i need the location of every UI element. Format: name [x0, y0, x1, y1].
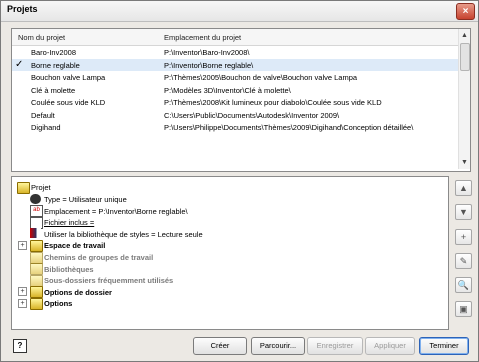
projects-dialog: Projets × Nom du projet Emplacement du p…: [0, 0, 479, 362]
project-row[interactable]: Bouchon valve Lampa P:\Thèmes\2005\Boucho…: [12, 71, 458, 84]
save-button[interactable]: Enregistrer: [307, 337, 363, 355]
tree-folder-options[interactable]: Options de dossier: [44, 288, 112, 297]
project-row[interactable]: Clé à molette P:\Modèles 3D\Inventor\Clé …: [12, 84, 458, 97]
project-row[interactable]: Default C:\Users\Public\Documents\Autodes…: [12, 109, 458, 122]
project-row[interactable]: Digihand P:\Users\Philippe\Documents\Thèm…: [12, 121, 458, 134]
project-row[interactable]: Coulée sous vide KLD P:\Thèmes\2008\Kit l…: [12, 96, 458, 109]
project-settings-tree[interactable]: Projet Type = Utilisateur unique ab Empl…: [11, 176, 449, 330]
project-rows: Baro-Inv2008 P:\Inventor\Baro-Inv2008\ ✓ B…: [12, 46, 458, 134]
project-name: Borne reglable: [31, 60, 80, 70]
browse-button[interactable]: Parcourir...: [251, 337, 305, 355]
tree-root[interactable]: Projet: [31, 183, 51, 192]
project-list[interactable]: Nom du projet Emplacement du projet Baro…: [11, 28, 471, 172]
column-header-location[interactable]: Emplacement du projet: [164, 33, 241, 42]
location-icon: ab: [30, 205, 43, 217]
scroll-thumb[interactable]: [460, 43, 470, 71]
folder-options-icon: [30, 286, 43, 298]
find-path-button[interactable]: 🔍: [455, 277, 472, 293]
tree-workgroups[interactable]: Chemins de groupes de travail: [44, 253, 153, 262]
tree-styles[interactable]: Utiliser la bibliothèque de styles = Lec…: [44, 230, 203, 239]
project-name: Clé à molette: [31, 85, 76, 95]
styles-library-icon: [30, 228, 41, 238]
user-type-icon: [30, 194, 41, 204]
project-path: P:\Modèles 3D\Inventor\Clé à molette\: [164, 85, 291, 95]
tree-frequent-subfolders[interactable]: Sous-dossiers fréquemment utilisés: [44, 276, 173, 285]
project-folder-icon: [17, 182, 30, 194]
project-name: Baro-Inv2008: [31, 48, 77, 57]
add-path-button[interactable]: +: [455, 229, 472, 245]
expand-folder-options-icon[interactable]: +: [18, 287, 27, 296]
list-header: Nom du projet Emplacement du projet: [12, 29, 458, 46]
expand-options-icon[interactable]: +: [18, 299, 27, 308]
close-button[interactable]: ×: [456, 3, 475, 20]
options-folder-icon: [30, 298, 43, 310]
tree-libraries[interactable]: Bibliothèques: [44, 265, 94, 274]
scroll-up-icon[interactable]: ▲: [461, 32, 468, 39]
column-header-name[interactable]: Nom du projet: [18, 33, 65, 42]
tree-included-file[interactable]: Fichier inclus =: [44, 218, 94, 227]
project-name: Digihand: [31, 123, 61, 132]
project-path: C:\Users\Public\Documents\Autodesk\Inven…: [164, 110, 340, 120]
help-button[interactable]: ?: [13, 339, 27, 353]
project-row[interactable]: Baro-Inv2008 P:\Inventor\Baro-Inv2008\: [12, 46, 458, 59]
move-down-button[interactable]: ▼: [455, 204, 472, 220]
list-scrollbar[interactable]: ▲ ▼: [458, 29, 470, 169]
project-name: Bouchon valve Lampa: [31, 73, 106, 82]
edit-button[interactable]: ✎: [455, 253, 472, 269]
project-path: P:\Inventor\Baro-Inv2008\: [164, 48, 250, 57]
project-path: P:\Thèmes\2005\Bouchon de valve\Bouchon …: [164, 73, 358, 82]
finish-button[interactable]: Terminer: [419, 337, 469, 355]
tree-workspace[interactable]: Espace de travail: [44, 241, 105, 250]
libraries-folder-icon: [30, 263, 43, 275]
project-name: Default: [31, 110, 55, 120]
project-row-active[interactable]: ✓ Borne reglable P:\Inventor\Borne reglabl…: [12, 58, 458, 71]
window-title: Projets: [7, 4, 38, 14]
create-button[interactable]: Créer: [193, 337, 247, 355]
scroll-down-icon[interactable]: ▼: [461, 159, 468, 166]
tree-location[interactable]: Emplacement = P:\Inventor\Borne reglable…: [44, 207, 188, 216]
tree-options[interactable]: Options: [44, 299, 72, 308]
workspace-folder-icon: [30, 240, 43, 252]
copy-button[interactable]: ▣: [455, 301, 472, 317]
project-path: P:\Users\Philippe\Documents\Thèmes\2009\…: [164, 123, 414, 132]
project-name: Coulée sous vide KLD: [31, 98, 106, 107]
tree-type[interactable]: Type = Utilisateur unique: [44, 195, 127, 204]
title-bar: Projets ×: [1, 1, 478, 22]
apply-button[interactable]: Appliquer: [365, 337, 415, 355]
active-check-icon: ✓: [15, 58, 24, 70]
expand-workspace-icon[interactable]: +: [18, 241, 27, 250]
move-up-button[interactable]: ▲: [455, 180, 472, 196]
project-path: P:\Thèmes\2008\Kit lumineux pour diabolo…: [164, 98, 382, 107]
project-path: P:\Inventor\Borne reglable\: [164, 60, 254, 70]
